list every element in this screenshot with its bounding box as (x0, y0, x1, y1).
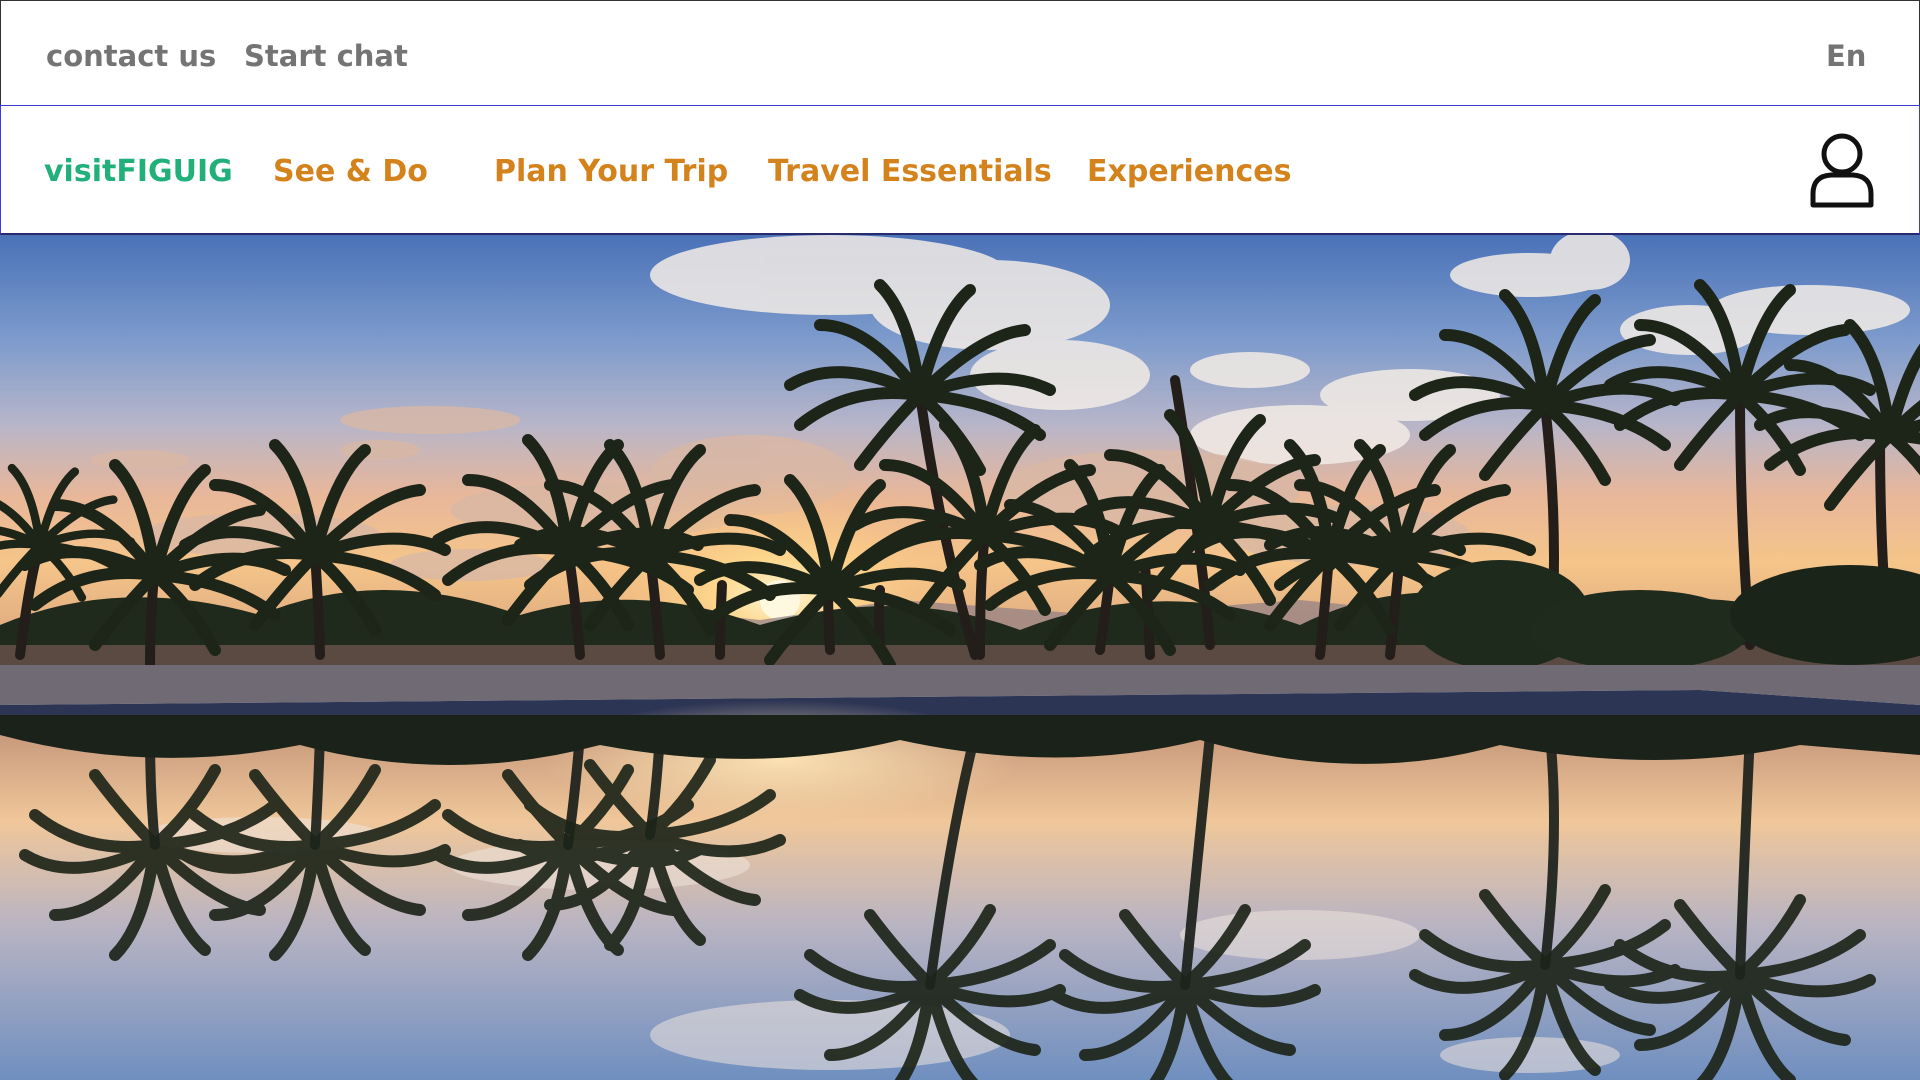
top-utility-bar: contact us Start chat En (0, 0, 1920, 106)
user-account-button[interactable] (1809, 132, 1875, 208)
language-selector[interactable]: En (1826, 1, 1866, 107)
hero-image (0, 235, 1920, 1080)
site-logo[interactable]: visitFIGUIG (44, 106, 233, 233)
contact-us-link[interactable]: contact us (46, 1, 216, 107)
nav-item-experiences[interactable]: Experiences (1087, 106, 1291, 233)
nav-item-travel-essentials[interactable]: Travel Essentials (768, 106, 1052, 233)
user-icon (1810, 133, 1874, 208)
nav-item-see-and-do[interactable]: See & Do (273, 106, 428, 233)
nav-item-plan-your-trip[interactable]: Plan Your Trip (494, 106, 728, 233)
main-navigation: visitFIGUIG See & Do Plan Your Trip Trav… (0, 105, 1920, 235)
start-chat-link[interactable]: Start chat (244, 1, 408, 107)
